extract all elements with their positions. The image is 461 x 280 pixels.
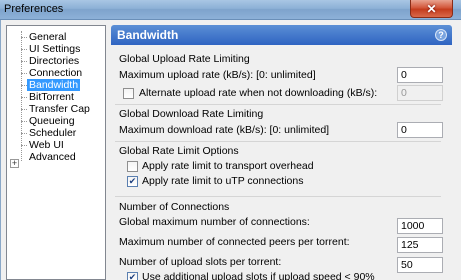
- utp-checkbox[interactable]: ✔: [127, 176, 138, 187]
- checkmark-icon: ✔: [128, 176, 137, 186]
- global-max-connections-input[interactable]: [397, 218, 443, 234]
- sidebar-item-directories[interactable]: Directories: [27, 55, 81, 67]
- extra-slots-checkbox[interactable]: ✔: [127, 272, 138, 280]
- group-divider: [115, 196, 441, 197]
- sidebar-item-queueing[interactable]: Queueing: [27, 115, 77, 127]
- sidebar-item-web-ui[interactable]: Web UI: [27, 139, 66, 151]
- download-group-heading: Global Download Rate Limiting: [119, 108, 264, 120]
- transport-overhead-label: Apply rate limit to transport overhead: [142, 160, 314, 172]
- max-download-input[interactable]: [397, 122, 443, 138]
- sidebar-item-bandwidth[interactable]: Bandwidth: [27, 79, 81, 91]
- sidebar-item-scheduler[interactable]: Scheduler: [27, 127, 78, 139]
- group-divider: [115, 141, 441, 142]
- upload-slots-input[interactable]: [397, 257, 443, 273]
- close-button[interactable]: ✕: [410, 0, 453, 18]
- options-group-heading: Global Rate Limit Options: [119, 145, 239, 157]
- sidebar-item-transfer-cap[interactable]: Transfer Cap: [27, 103, 92, 115]
- extra-slots-label: Use additional upload slots if upload sp…: [142, 271, 375, 280]
- alt-upload-input[interactable]: [397, 85, 443, 101]
- category-tree[interactable]: General UI Settings Directories Connecti…: [6, 25, 106, 280]
- upload-group-heading: Global Upload Rate Limiting: [119, 53, 250, 65]
- peers-per-torrent-label: Maximum number of connected peers per to…: [119, 236, 350, 248]
- window-titlebar[interactable]: Preferences ✕: [0, 0, 461, 20]
- window-title: Preferences: [4, 3, 64, 15]
- window-client: General UI Settings Directories Connecti…: [0, 20, 461, 280]
- sidebar-item-general[interactable]: General: [27, 31, 68, 43]
- max-download-label: Maximum download rate (kB/s): [0: unlimi…: [119, 124, 330, 136]
- panel-title: Bandwidth: [117, 28, 179, 42]
- peers-per-torrent-input[interactable]: [397, 237, 443, 253]
- max-upload-input[interactable]: [397, 67, 443, 83]
- sidebar-item-connection[interactable]: Connection: [27, 67, 84, 79]
- tree-connector: [21, 31, 22, 161]
- connections-group-heading: Number of Connections: [119, 201, 230, 213]
- expand-icon[interactable]: +: [10, 159, 19, 168]
- alt-upload-checkbox[interactable]: [123, 88, 134, 99]
- sidebar-item-ui-settings[interactable]: UI Settings: [27, 43, 82, 55]
- sidebar-item-bittorrent[interactable]: BitTorrent: [27, 91, 76, 103]
- sidebar-item-advanced[interactable]: Advanced: [27, 151, 78, 163]
- group-divider: [115, 104, 441, 105]
- transport-overhead-checkbox[interactable]: [127, 161, 138, 172]
- help-icon[interactable]: ?: [435, 29, 447, 41]
- panel-header: Bandwidth ?: [111, 25, 452, 45]
- alt-upload-label: Alternate upload rate when not downloadi…: [139, 87, 378, 99]
- upload-slots-label: Number of upload slots per torrent:: [119, 256, 282, 268]
- global-max-connections-label: Global maximum number of connections:: [119, 216, 310, 228]
- utp-label: Apply rate limit to uTP connections: [142, 175, 304, 187]
- checkmark-icon: ✔: [128, 272, 137, 280]
- bandwidth-panel: Bandwidth ? Global Upload Rate Limiting …: [111, 25, 452, 280]
- close-icon: ✕: [426, 1, 437, 16]
- max-upload-label: Maximum upload rate (kB/s): [0: unlimite…: [119, 69, 316, 81]
